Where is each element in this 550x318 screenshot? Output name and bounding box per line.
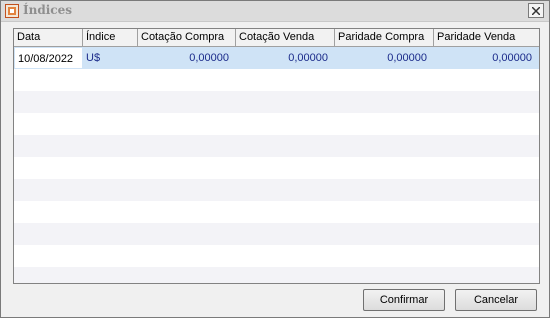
column-header-paridade-venda[interactable]: Paridade Venda bbox=[434, 29, 539, 46]
close-icon bbox=[532, 7, 540, 15]
empty-row bbox=[14, 245, 539, 267]
cell-data[interactable]: 10/08/2022 bbox=[14, 47, 83, 69]
title-bar[interactable]: Índices bbox=[1, 1, 549, 22]
empty-row bbox=[14, 201, 539, 223]
empty-row bbox=[14, 91, 539, 113]
column-header-cotacao-venda[interactable]: Cotação Venda bbox=[236, 29, 335, 46]
column-header-paridade-compra[interactable]: Paridade Compra bbox=[335, 29, 434, 46]
indices-grid[interactable]: Data Índice Cotação Compra Cotação Venda… bbox=[13, 28, 540, 284]
empty-row bbox=[14, 69, 539, 91]
table-row[interactable]: 10/08/2022 U$ 0,00000 0,00000 0,00000 0,… bbox=[14, 47, 539, 69]
column-header-data[interactable]: Data bbox=[14, 29, 83, 46]
grid-header: Data Índice Cotação Compra Cotação Venda… bbox=[14, 29, 539, 47]
column-header-cotacao-compra[interactable]: Cotação Compra bbox=[138, 29, 236, 46]
grid-body: 10/08/2022 U$ 0,00000 0,00000 0,00000 0,… bbox=[14, 47, 539, 283]
empty-row bbox=[14, 135, 539, 157]
cell-paridade-venda[interactable]: 0,00000 bbox=[434, 47, 539, 69]
app-icon bbox=[5, 4, 19, 18]
confirm-button[interactable]: Confirmar bbox=[363, 289, 445, 311]
cell-cotacao-venda[interactable]: 0,00000 bbox=[236, 47, 335, 69]
empty-row bbox=[14, 113, 539, 135]
indices-window: Índices Data Índice Cotação Compra Cotaç… bbox=[0, 0, 550, 318]
cell-paridade-compra[interactable]: 0,00000 bbox=[335, 47, 434, 69]
cell-indice[interactable]: U$ bbox=[83, 47, 138, 69]
empty-row bbox=[14, 157, 539, 179]
column-header-indice[interactable]: Índice bbox=[83, 29, 138, 46]
close-button[interactable] bbox=[528, 3, 544, 18]
empty-row bbox=[14, 179, 539, 201]
cancel-button[interactable]: Cancelar bbox=[455, 289, 537, 311]
empty-row bbox=[14, 223, 539, 245]
cell-cotacao-compra[interactable]: 0,00000 bbox=[138, 47, 236, 69]
empty-row bbox=[14, 267, 539, 283]
window-title: Índices bbox=[23, 3, 72, 17]
